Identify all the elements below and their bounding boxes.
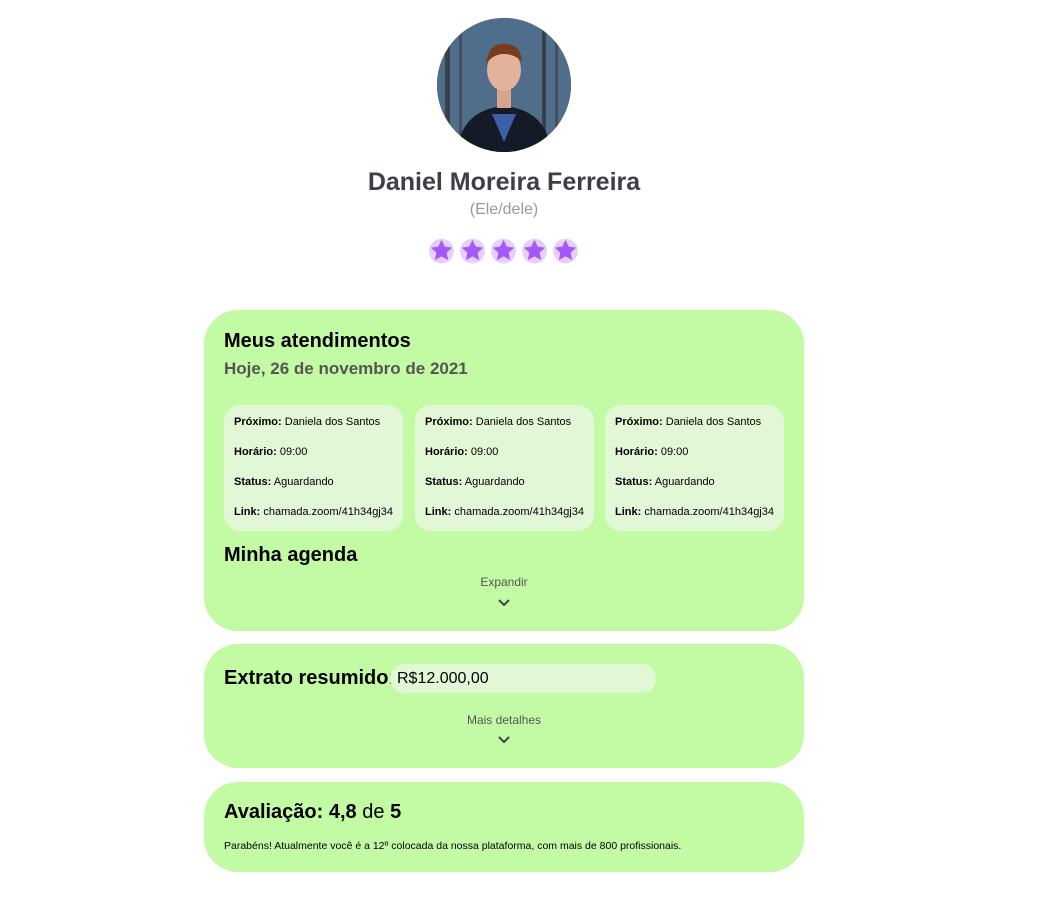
rating-summary: Avaliação: 4,8 de 5	[224, 801, 401, 824]
star-icon	[460, 238, 485, 264]
meeting-link[interactable]: chamada.zoom/41h34gj34	[454, 506, 584, 518]
appointment-status: Aguardando	[654, 476, 715, 488]
time-label: Horário:	[615, 446, 658, 458]
more-details-button[interactable]: Mais detalhes	[204, 713, 804, 727]
today-date: Hoje, 26 de novembro de 2021	[224, 359, 468, 378]
status-label: Status:	[234, 476, 272, 488]
next-label: Próximo:	[615, 416, 663, 428]
rating-card: Avaliação: 4,8 de 5 Parabéns! Atualmente…	[204, 782, 804, 872]
profile-name: Daniel Moreira Ferreira	[367, 168, 641, 196]
appointment-slot[interactable]: Próximo: Daniela dos Santos Horário: 09:…	[224, 405, 403, 531]
next-label: Próximo:	[234, 416, 282, 428]
chevron-down-icon[interactable]	[498, 599, 510, 607]
time-label: Horário:	[234, 446, 277, 458]
chevron-down-icon[interactable]	[498, 736, 510, 744]
link-label: Link:	[615, 506, 642, 518]
star-icon	[491, 238, 516, 264]
star-icon	[553, 238, 578, 264]
next-client: Daniela dos Santos	[665, 416, 762, 428]
link-label: Link:	[234, 506, 261, 518]
rating-message: Parabéns! Atualmente você é a 12º coloca…	[224, 840, 682, 852]
rating-max: 5	[390, 801, 402, 823]
status-label: Status:	[425, 476, 463, 488]
next-client: Daniela dos Santos	[284, 416, 381, 428]
rating-connector: de	[362, 801, 385, 823]
appointment-time: 09:00	[660, 446, 689, 458]
appointment-slot[interactable]: Próximo: Daniela dos Santos Horário: 09:…	[605, 405, 784, 531]
rating-stars	[428, 237, 580, 267]
rating-prefix: Avaliação:	[224, 801, 324, 823]
next-label: Próximo:	[425, 416, 473, 428]
statement-card: Extrato resumido: R$12.000,00 Mais detal…	[204, 644, 804, 768]
avatar	[437, 18, 571, 152]
statement-label: Extrato resumido:	[224, 667, 396, 689]
time-label: Horário:	[425, 446, 468, 458]
link-label: Link:	[425, 506, 452, 518]
next-client: Daniela dos Santos	[475, 416, 572, 428]
appointments-card: Meus atendimentos Hoje, 26 de novembro d…	[204, 310, 804, 631]
star-icon	[429, 238, 454, 264]
agenda-title: Minha agenda	[224, 544, 358, 566]
appointment-time: 09:00	[470, 446, 499, 458]
appointment-status: Aguardando	[464, 476, 525, 488]
appointment-time: 09:00	[279, 446, 308, 458]
appointment-status: Aguardando	[273, 476, 334, 488]
appointment-slot[interactable]: Próximo: Daniela dos Santos Horário: 09:…	[415, 405, 594, 531]
meeting-link[interactable]: chamada.zoom/41h34gj34	[644, 506, 774, 518]
appointments-title: Meus atendimentos	[224, 330, 411, 352]
star-icon	[522, 238, 547, 264]
statement-value-field[interactable]: R$12.000,00	[390, 664, 656, 693]
expand-button[interactable]: Expandir	[204, 575, 804, 589]
rating-score: 4,8	[328, 801, 357, 823]
profile-pronoun: (Ele/dele)	[469, 201, 539, 218]
profile-photo	[437, 18, 571, 152]
status-label: Status:	[615, 476, 653, 488]
meeting-link[interactable]: chamada.zoom/41h34gj34	[263, 506, 393, 518]
